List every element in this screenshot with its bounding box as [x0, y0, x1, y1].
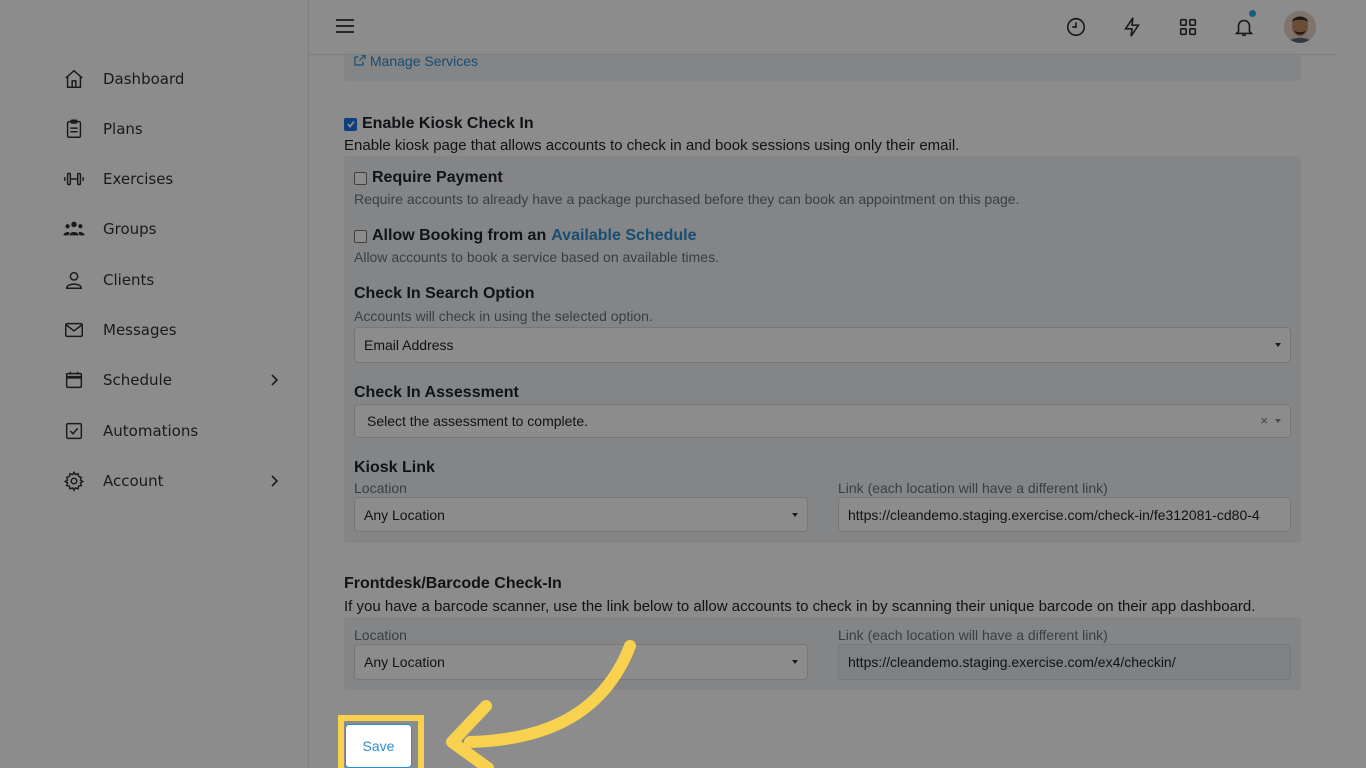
- require-payment-description: Require accounts to already have a packa…: [354, 191, 1020, 207]
- assessment-title: Check In Assessment: [354, 384, 519, 401]
- sidebar-item-dashboard[interactable]: Dashboard: [62, 64, 282, 94]
- dumbbell-icon: [62, 167, 86, 191]
- require-payment-checkbox[interactable]: Require Payment: [354, 169, 503, 187]
- sidebar-item-groups[interactable]: Groups: [62, 214, 282, 244]
- sidebar-item-label: Plans: [103, 120, 143, 138]
- frontdesk-title: Frontdesk/Barcode Check-In: [344, 575, 562, 592]
- services-panel: [344, 55, 1301, 81]
- kiosk-description: Enable kiosk page that allows accounts t…: [344, 137, 960, 154]
- bell-icon[interactable]: [1231, 10, 1257, 40]
- caret-down-icon: [1275, 419, 1281, 423]
- search-option-select[interactable]: Email Address: [354, 327, 1291, 363]
- kiosk-location-label: Location: [354, 480, 407, 496]
- settings-content: Manage Services Enable Kiosk Check In En…: [309, 55, 1336, 768]
- sidebar-item-label: Schedule: [103, 371, 172, 389]
- sidebar-item-label: Clients: [103, 271, 155, 289]
- sidebar-item-clients[interactable]: Clients: [62, 265, 282, 295]
- calendar-icon: [62, 368, 86, 392]
- sidebar-item-label: Dashboard: [103, 70, 185, 88]
- frontdesk-location-label: Location: [354, 627, 407, 643]
- chevron-right-icon: [268, 372, 282, 392]
- sidebar-item-automations[interactable]: Automations: [62, 416, 282, 446]
- mail-icon: [62, 318, 86, 342]
- enable-kiosk-checkbox[interactable]: Enable Kiosk Check In: [344, 115, 534, 133]
- search-option-description: Accounts will check in using the selecte…: [354, 308, 653, 324]
- kiosk-link-title: Kiosk Link: [354, 459, 435, 476]
- checkbox-unchecked[interactable]: [354, 171, 367, 185]
- available-schedule-link[interactable]: Available Schedule: [551, 227, 696, 245]
- clock-icon[interactable]: [1063, 14, 1089, 40]
- sidebar-item-label: Account: [103, 472, 164, 490]
- sidebar-item-label: Groups: [103, 220, 157, 238]
- sidebar-item-label: Messages: [103, 321, 177, 339]
- manage-services-link[interactable]: Manage Services: [354, 55, 478, 69]
- lightning-icon[interactable]: [1119, 14, 1145, 40]
- clipboard-icon: [62, 117, 86, 141]
- home-icon: [62, 67, 86, 91]
- kiosk-settings-panel: Require Payment Require accounts to alre…: [344, 156, 1301, 543]
- notification-dot: [1249, 10, 1256, 17]
- menu-icon[interactable]: [335, 16, 355, 36]
- caret-down-icon: [792, 512, 798, 517]
- grid-icon[interactable]: [1175, 14, 1201, 40]
- checkbox-icon: [62, 419, 86, 443]
- frontdesk-location-select[interactable]: Any Location: [354, 644, 808, 680]
- sidebar-item-schedule[interactable]: Schedule: [62, 365, 282, 395]
- app-window: Dashboard Plans Exercises Groups Clients: [30, 0, 1336, 768]
- clear-icon[interactable]: ×: [1260, 413, 1268, 428]
- user-icon: [62, 268, 86, 292]
- frontdesk-panel: Location Any Location Link (each locatio…: [344, 617, 1301, 690]
- sidebar-item-messages[interactable]: Messages: [62, 315, 282, 345]
- kiosk-link-field[interactable]: https://cleandemo.staging.exercise.com/c…: [838, 497, 1291, 532]
- external-link-icon: [354, 55, 370, 69]
- sidebar-item-label: Exercises: [103, 170, 174, 188]
- assessment-select[interactable]: Select the assessment to complete. ×: [354, 404, 1291, 438]
- chevron-right-icon: [268, 473, 282, 493]
- checkbox-unchecked[interactable]: [354, 229, 367, 243]
- kiosk-location-select[interactable]: Any Location: [354, 497, 808, 532]
- caret-down-icon: [1275, 343, 1281, 347]
- avatar[interactable]: [1284, 11, 1316, 43]
- frontdesk-description: If you have a barcode scanner, use the l…: [344, 598, 1256, 615]
- sidebar-item-plans[interactable]: Plans: [62, 114, 282, 144]
- sidebar: Dashboard Plans Exercises Groups Clients: [30, 0, 309, 768]
- frontdesk-link-field[interactable]: https://cleandemo.staging.exercise.com/e…: [838, 644, 1291, 680]
- sidebar-item-label: Automations: [103, 422, 199, 440]
- sidebar-item-account[interactable]: Account: [62, 466, 282, 496]
- allow-booking-checkbox[interactable]: Allow Booking from an Available Schedule: [354, 227, 696, 245]
- users-icon: [62, 217, 86, 241]
- kiosk-link-label: Link (each location will have a differen…: [838, 480, 1108, 496]
- save-button[interactable]: Save: [345, 724, 412, 768]
- gear-icon: [62, 469, 86, 493]
- top-bar: [309, 0, 1336, 55]
- search-option-title: Check In Search Option: [354, 285, 535, 302]
- sidebar-item-exercises[interactable]: Exercises: [62, 164, 282, 194]
- caret-down-icon: [792, 660, 798, 664]
- checkbox-checked[interactable]: [344, 117, 357, 131]
- frontdesk-link-label: Link (each location will have a differen…: [838, 627, 1108, 643]
- allow-booking-description: Allow accounts to book a service based o…: [354, 249, 719, 265]
